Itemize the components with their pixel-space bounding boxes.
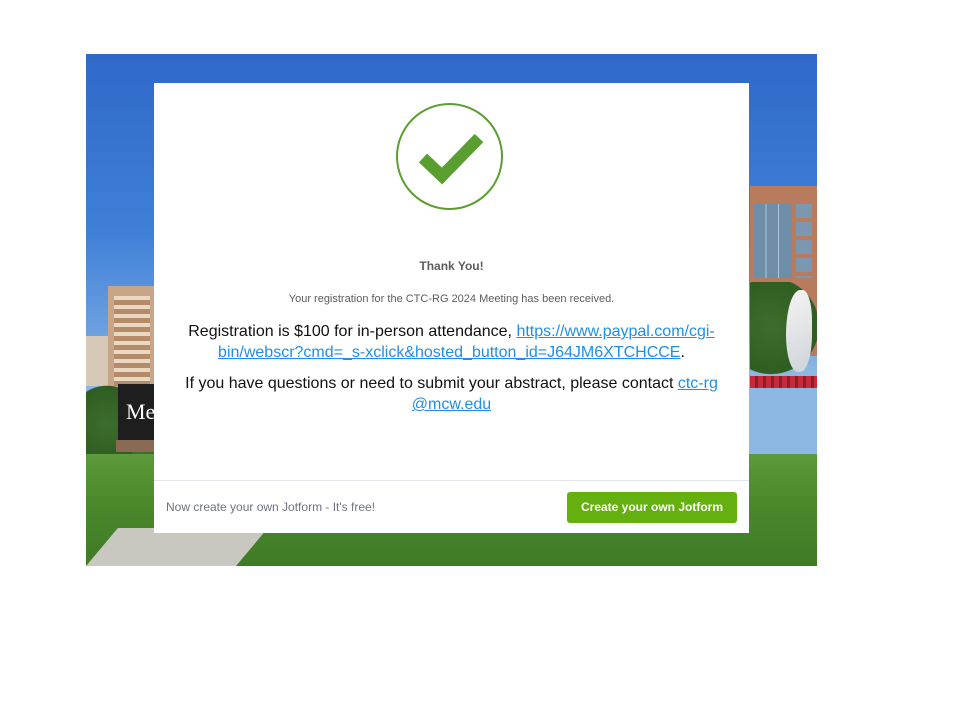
registration-fee-text: Registration is $100 for in-person atten… [188, 323, 517, 340]
registration-received-text: Your registration for the CTC-RG 2024 Me… [288, 293, 615, 305]
registration-fee-end: . [680, 344, 685, 361]
checkmark-icon [396, 103, 503, 210]
background-flowers [750, 376, 817, 388]
footer-divider [154, 480, 749, 481]
footer-promo-text: Now create your own Jotform - It's free! [166, 500, 376, 514]
contact-text: If you have questions or need to submit … [185, 375, 678, 392]
thank-you-title: Thank You! [419, 259, 484, 273]
registration-fee-paragraph: Registration is $100 for in-person atten… [184, 321, 719, 363]
background-building [86, 336, 108, 386]
background-walkway [86, 528, 268, 566]
create-jotform-button[interactable]: Create your own Jotform [567, 492, 737, 523]
thank-you-card: Thank You! Your registration for the CTC… [154, 83, 749, 533]
contact-paragraph: If you have questions or need to submit … [184, 373, 719, 415]
background-building [108, 286, 156, 396]
background-sculpture [786, 290, 812, 372]
